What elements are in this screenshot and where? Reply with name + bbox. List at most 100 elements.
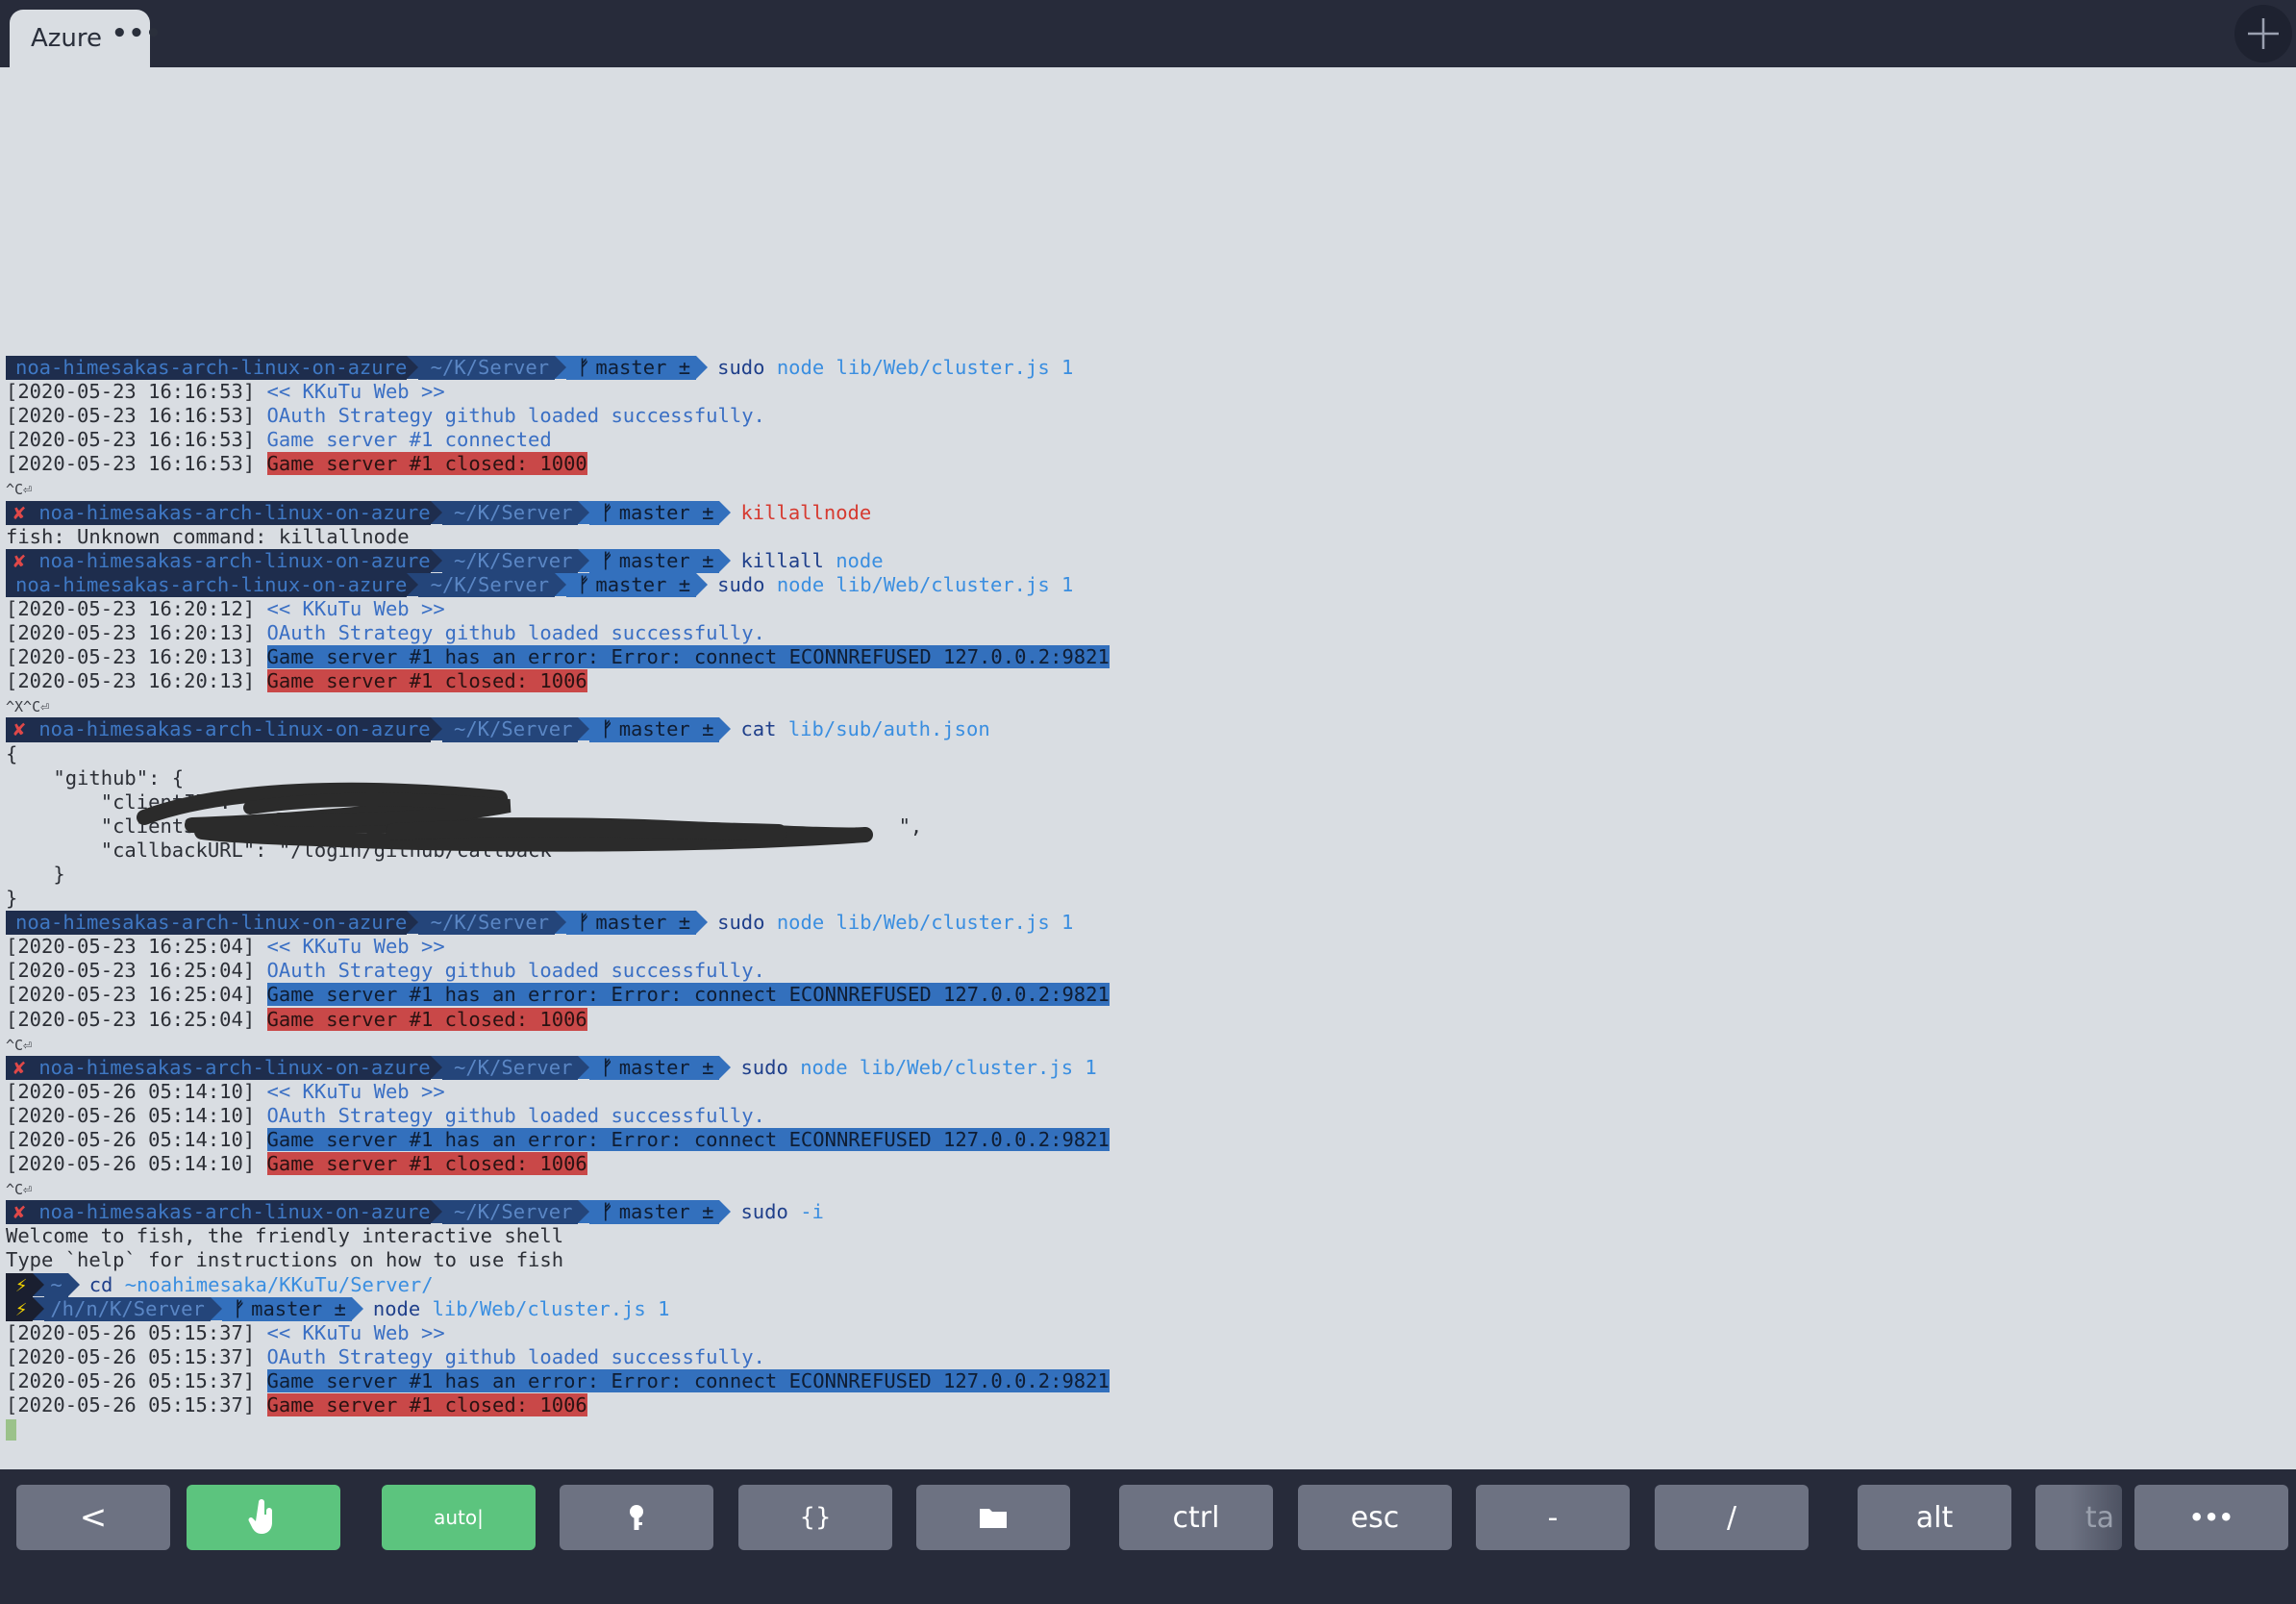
log-line: [2020-05-26 05:15:37] OAuth Strategy git… [6, 1344, 765, 1368]
prompt-line: ✘ noa-himesakas-arch-linux-on-azure ~/K/S… [6, 500, 2284, 525]
tab-title: Azure [31, 24, 103, 53]
log-line: [2020-05-26 05:14:10] Game server #1 clo… [6, 1152, 587, 1176]
prompt-dir: ~/K/Server [418, 356, 556, 381]
alt-key[interactable]: alt [1858, 1485, 2011, 1550]
log-line: [2020-05-23 16:16:53] OAuth Strategy git… [6, 404, 765, 428]
log-line: [2020-05-23 16:25:04] Game server #1 has… [6, 983, 1110, 1007]
lightning-icon: ⚡ [15, 1296, 28, 1320]
interrupt-line: ^C⏎ [6, 1181, 33, 1199]
error-highlight: Game server #1 closed: 1000 [266, 452, 587, 476]
ctrl-key[interactable]: ctrl [1119, 1485, 1273, 1550]
error-highlight: Game server #1 closed: 1006 [266, 669, 587, 693]
tab-key[interactable]: ta [2035, 1485, 2122, 1550]
key-icon [630, 1505, 643, 1530]
json-line: } [6, 862, 65, 886]
prompt-host: ✘ noa-himesakas-arch-linux-on-azure [6, 500, 431, 525]
git-branch-icon: ᚠ [601, 500, 613, 524]
files-key[interactable] [916, 1485, 1070, 1550]
interrupt-line: ^C⏎ [6, 1036, 33, 1054]
error-highlight: Game server #1 has an error: Error: conn… [266, 645, 1110, 669]
log-line: [2020-05-23 16:20:13] Game server #1 clo… [6, 669, 587, 693]
log-line: fish: Unknown command: killallnode [6, 524, 410, 548]
error-mark-icon: ✘ [13, 1055, 26, 1079]
log-line: [2020-05-26 05:14:10] OAuth Strategy git… [6, 1103, 765, 1127]
slash-key[interactable]: / [1655, 1485, 1809, 1550]
key-button[interactable] [560, 1485, 713, 1550]
top-bar: Azure ••• [0, 0, 2296, 67]
log-line: [2020-05-23 16:20:12] << KKuTu Web >> [6, 596, 445, 620]
log-line: [2020-05-23 16:25:04] << KKuTu Web >> [6, 935, 445, 959]
command-args: node lib/Web/cluster.js 1 [776, 356, 1074, 379]
error-highlight: Game server #1 has an error: Error: conn… [266, 983, 1110, 1007]
log-line: [2020-05-23 16:20:13] Game server #1 has… [6, 645, 1110, 669]
new-tab-button[interactable] [2234, 5, 2292, 63]
error-mark-icon: ✘ [13, 717, 26, 741]
root-prompt-line: ⚡ ~ cd ~noahimesaka/KKuTu/Server/ [6, 1272, 2284, 1297]
log-line: [2020-05-26 05:14:10] << KKuTu Web >> [6, 1079, 445, 1103]
log-line: [2020-05-23 16:25:04] Game server #1 clo… [6, 1007, 587, 1031]
error-mark-icon: ✘ [13, 500, 26, 524]
tab-more-icon[interactable]: ••• [112, 19, 162, 48]
interrupt-line: ^X^C⏎ [6, 698, 50, 716]
log-line: [2020-05-26 05:15:37] Game server #1 has… [6, 1368, 1110, 1392]
git-branch-icon: ᚠ [233, 1296, 246, 1320]
folder-icon [980, 1509, 1007, 1528]
lightning-icon: ⚡ [15, 1272, 28, 1296]
hand-pointer-icon [248, 1499, 272, 1534]
more-keys-button[interactable]: ••• [2134, 1485, 2288, 1550]
error-highlight: Game server #1 closed: 1006 [266, 1007, 587, 1031]
git-branch-icon: ᚠ [601, 1200, 613, 1224]
json-line: { [6, 741, 18, 765]
more-icon: ••• [2188, 1504, 2234, 1531]
git-branch-icon: ᚠ [578, 572, 590, 596]
prompt-line: ✘ noa-himesakas-arch-linux-on-azure ~/K/S… [6, 717, 2284, 742]
prompt-line: noa-himesakas-arch-linux-on-azure ~/K/Se… [6, 356, 2284, 381]
error-mark-icon: ✘ [13, 1200, 26, 1224]
cursor-line[interactable] [6, 1417, 2284, 1441]
interrupt-line: ^C⏎ [6, 481, 33, 499]
command: killallnode [740, 500, 872, 524]
log-line: [2020-05-26 05:14:10] Game server #1 has… [6, 1128, 1110, 1151]
prompt-line: noa-himesakas-arch-linux-on-azure ~/K/Se… [6, 911, 2284, 936]
log-line: [2020-05-23 16:20:13] OAuth Strategy git… [6, 621, 765, 645]
redaction-scribble [137, 782, 873, 852]
log-line: [2020-05-23 16:16:53] Game server #1 clo… [6, 452, 587, 476]
auto-mode-key[interactable]: auto| [382, 1485, 536, 1550]
keyboard-accessory-bar: < auto| {} ctrl esc - / alt ta ••• [0, 1469, 2296, 1604]
json-line: } [6, 887, 18, 911]
log-line: [2020-05-23 16:25:04] OAuth Strategy git… [6, 959, 765, 983]
chevron-left-icon: < [79, 1498, 108, 1537]
log-line: [2020-05-26 05:15:37] Game server #1 clo… [6, 1393, 587, 1417]
touch-mode-key[interactable] [187, 1485, 340, 1550]
git-branch-icon: ᚠ [578, 356, 590, 379]
git-branch-icon: ᚠ [578, 911, 590, 935]
esc-key[interactable]: esc [1298, 1485, 1452, 1550]
log-line: [2020-05-26 05:15:37] << KKuTu Web >> [6, 1320, 445, 1344]
prompt-line: ✘ noa-himesakas-arch-linux-on-azure ~/K/S… [6, 1200, 2284, 1225]
error-highlight: Game server #1 closed: 1006 [266, 1152, 587, 1176]
log-line: Type `help` for instructions on how to u… [6, 1248, 564, 1272]
log-line: [2020-05-23 16:16:53] << KKuTu Web >> [6, 380, 445, 404]
prompt-git: ᚠ master ± [566, 356, 697, 381]
plus-icon [2248, 18, 2279, 49]
dash-key[interactable]: - [1476, 1485, 1630, 1550]
prompt-line: noa-himesakas-arch-linux-on-azure ~/K/Se… [6, 572, 2284, 597]
git-branch-icon: ᚠ [601, 1055, 613, 1079]
prompt-line: ✘ noa-himesakas-arch-linux-on-azure ~/K/S… [6, 1055, 2284, 1080]
tab-azure[interactable]: Azure ••• [10, 10, 162, 67]
git-branch-icon: ᚠ [601, 717, 613, 741]
prompt-line: ✘ noa-himesakas-arch-linux-on-azure ~/K/S… [6, 548, 2284, 573]
root-prompt-line: ⚡/h/n/K/Server ᚠ master ± node lib/Web/clus… [6, 1296, 2284, 1321]
error-highlight: Game server #1 closed: 1006 [266, 1393, 587, 1417]
error-highlight: Game server #1 has an error: Error: conn… [266, 1128, 1110, 1151]
text-cursor [6, 1419, 16, 1441]
error-mark-icon: ✘ [13, 548, 26, 572]
git-branch-icon: ᚠ [601, 548, 613, 572]
terminal-output[interactable]: noa-himesakas-arch-linux-on-azure ~/K/Se… [6, 356, 2284, 1441]
log-line: [2020-05-23 16:16:53] Game server #1 con… [6, 428, 552, 452]
braces-key[interactable]: {} [738, 1485, 892, 1550]
back-key[interactable]: < [16, 1485, 170, 1550]
log-line: Welcome to fish, the friendly interactiv… [6, 1224, 564, 1248]
prompt-host: noa-himesakas-arch-linux-on-azure [6, 356, 408, 381]
error-highlight: Game server #1 has an error: Error: conn… [266, 1368, 1110, 1392]
